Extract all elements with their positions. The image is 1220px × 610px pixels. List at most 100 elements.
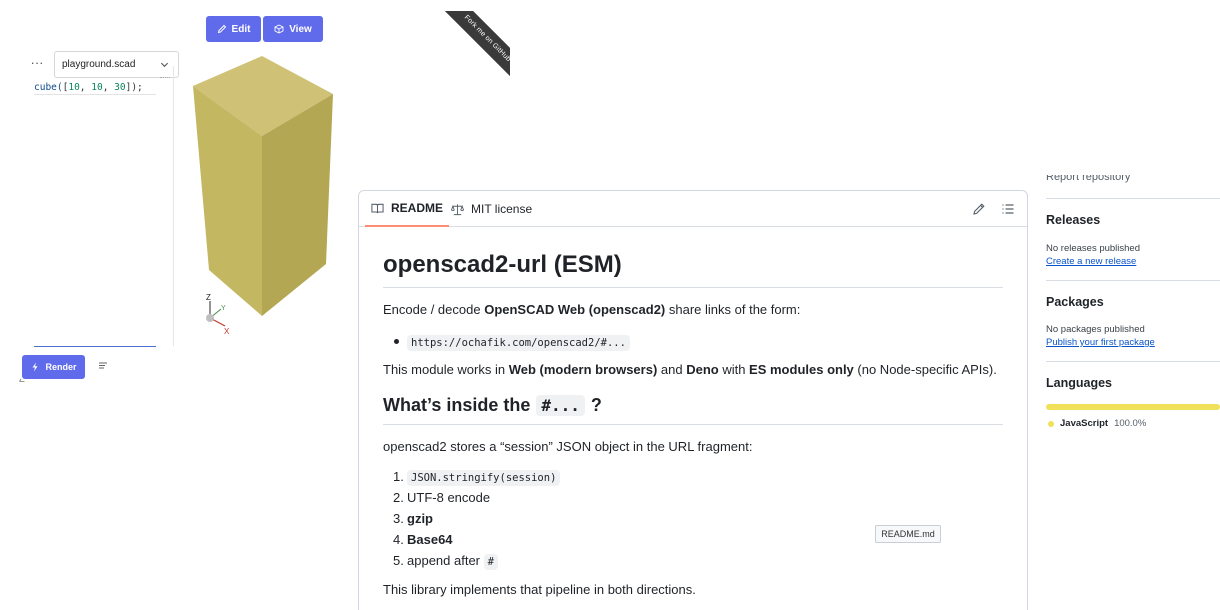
section-heading-q: ? [590,395,602,415]
model-preview[interactable] [190,54,336,320]
language-name: JavaScript [1060,418,1109,429]
list-item: 5. append after # [383,551,560,572]
language-bar [1046,404,1220,410]
closing-paragraph: This library implements that pipeline in… [383,582,696,597]
language-item[interactable]: JavaScript 100.0% [1048,418,1146,429]
fork-ribbon-text[interactable]: Fork me on GitHub [438,11,510,88]
title-divider [383,287,1003,288]
resize-handle-icon[interactable] [19,376,25,382]
render-button-label: Render [45,362,77,372]
code-num-3: 30 [114,82,126,93]
intro-paragraph: Encode / decode OpenSCAD Web (openscad2)… [383,302,800,317]
readme-title: openscad2-url (ESM) [383,251,622,278]
code-sep-2: , [102,82,115,93]
filename-tooltip: README.md [875,525,941,543]
step-bold: gzip [407,511,433,526]
report-repository-link[interactable]: Report repository [1046,175,1130,183]
step-code: # [483,554,498,570]
step-number: 3. [393,511,404,526]
step-number: 2. [393,490,404,505]
code-fn: cube( [34,82,63,93]
module-mid-1: and [657,362,687,377]
chevron-down-icon [160,62,169,68]
step-text: UTF-8 encode [407,490,491,505]
tab-readme-label: README [391,201,444,215]
editor-focus-line [34,346,156,347]
lightning-icon [32,362,38,372]
module-mid-2: with [718,362,750,377]
book-icon [371,203,384,213]
session-paragraph: openscad2 stores a “session” JSON object… [383,439,753,454]
list-item: 4. Base64 [383,530,560,551]
edit-button[interactable]: Edit [206,16,261,42]
languages-heading: Languages [1046,376,1112,390]
readme-tabs: README MIT license [359,191,1027,227]
step-code: JSON.stringify(session) [407,470,561,486]
readme-panel: README MIT license openscad2-url (ESM) E… [358,190,1028,610]
module-web: Web (modern browsers) [508,362,658,377]
section-heading-text: What’s inside the [383,395,531,415]
more-options-button[interactable]: ··· [28,56,46,70]
sidebar-divider [1046,198,1220,199]
language-percent: 100.0% [1114,418,1147,429]
axes-gizmo: Z Y X [206,293,230,336]
share-link-code: https://ochafik.com/openscad2/#... [407,335,630,351]
intro-post: share links of the form: [665,302,801,317]
list-item: https://ochafik.com/openscad2/#... [407,333,630,351]
file-select-value: playground.scad [62,59,136,70]
axis-x-label: X [224,327,230,336]
packages-heading[interactable]: Packages [1046,295,1104,309]
editor-fold-marker [160,77,170,81]
cube-icon [274,24,284,34]
list-item: 1. JSON.stringify(session) [383,467,561,488]
publish-package-link[interactable]: Publish your first package [1046,337,1155,348]
packages-empty-text: No packages published [1046,324,1145,335]
code-close: ]); [125,82,143,93]
pencil-icon [217,24,226,34]
step-text: append after [407,553,484,568]
scale-icon [451,203,464,215]
code-editor-line[interactable]: cube([10, 10, 30]); [34,80,156,95]
axis-z-label: Z [206,293,211,302]
pipeline-steps: 1. JSON.stringify(session) 2. UTF-8 encode… [383,467,561,572]
list-item: 3. gzip [383,509,560,530]
module-esm: ES modules only [749,362,854,377]
intro-bold: OpenSCAD Web (openscad2) [484,302,666,317]
code-num-1: 10 [68,82,80,93]
edit-file-icon[interactable] [972,202,986,216]
outline-list-icon[interactable] [1001,202,1015,216]
menu-lines-icon[interactable] [98,361,108,371]
tab-license-label: MIT license [471,202,533,216]
view-button-label: View [289,23,312,35]
render-button[interactable]: Render [22,355,85,379]
view-button[interactable]: View [263,16,323,42]
module-pre: This module works in [383,362,509,377]
fork-ribbon[interactable]: Fork me on GitHub [430,11,510,89]
axis-y-label: Y [221,305,226,312]
list-item: 2. UTF-8 encode [383,488,560,509]
language-dot-icon [1048,420,1054,427]
intro-pre: Encode / decode [383,302,485,317]
step-number: 4. [393,532,404,547]
module-post: (no Node-specific APIs). [853,362,997,377]
releases-heading[interactable]: Releases [1046,213,1100,227]
module-paragraph: This module works in Web (modern browser… [383,362,997,377]
edit-button-label: Edit [231,23,251,35]
create-release-link[interactable]: Create a new release [1046,256,1136,267]
section-heading: What’s inside the #...? [383,395,602,416]
code-sep-1: , [79,82,92,93]
editor-divider[interactable] [173,66,174,346]
sidebar-divider [1046,280,1220,281]
releases-empty-text: No releases published [1046,243,1141,254]
section-heading-code: #... [536,395,585,416]
module-deno: Deno [686,362,719,377]
step-number: 5. [393,553,404,568]
section-divider [383,424,1003,425]
tab-readme[interactable]: README [365,191,450,227]
file-select[interactable]: playground.scad [54,51,179,78]
step-bold: Base64 [407,532,453,547]
step-number: 1. [393,469,404,484]
sidebar-divider [1046,361,1220,362]
tab-license[interactable]: MIT license [449,191,534,227]
bullet-dot [394,339,399,344]
